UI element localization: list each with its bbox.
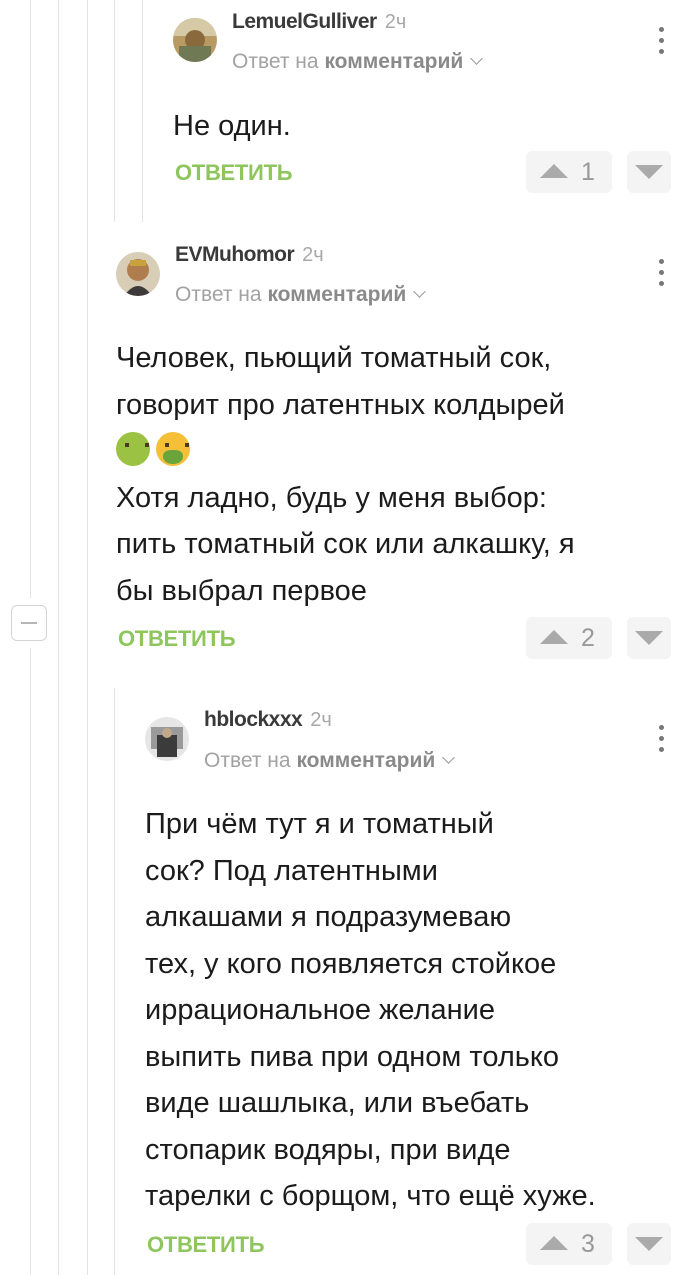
thread-line: [114, 0, 115, 222]
upvote-button[interactable]: 1: [526, 151, 612, 193]
face-vomiting-emoji: [156, 432, 190, 466]
kebab-menu-icon[interactable]: [654, 256, 670, 290]
avatar[interactable]: [173, 18, 217, 62]
thread-line: [142, 0, 143, 222]
reply-button[interactable]: ОТВЕТИТЬ: [175, 160, 293, 186]
kebab-menu-icon[interactable]: [654, 722, 670, 756]
comment-text: При чём тут я и томатный сок? Под латент…: [145, 808, 596, 1212]
avatar[interactable]: [145, 717, 189, 761]
reply-button[interactable]: ОТВЕТИТЬ: [147, 1232, 265, 1258]
time-ago: 2ч: [310, 709, 332, 731]
reply-to-link[interactable]: Ответ на комментарий: [204, 749, 456, 773]
comment-text: Не один.: [173, 110, 291, 142]
upvote-icon: [540, 164, 568, 178]
kebab-menu-icon[interactable]: [654, 24, 670, 58]
reply-to-link[interactable]: Ответ на комментарий: [232, 50, 484, 74]
downvote-button[interactable]: [627, 151, 671, 193]
chevron-down-icon[interactable]: [413, 285, 427, 298]
avatar[interactable]: [116, 252, 160, 296]
time-ago: 2ч: [384, 11, 407, 33]
rating-count: 1: [581, 158, 595, 186]
thread-line: [87, 0, 88, 1275]
username[interactable]: hblockxxx 2ч: [204, 708, 332, 732]
rating-count: 3: [581, 1230, 595, 1258]
thread-line: [58, 0, 59, 1275]
rating-count: 2: [581, 624, 595, 652]
downvote-icon: [635, 631, 663, 645]
upvote-icon: [540, 1236, 568, 1250]
comment-text: Человек, пьющий томатный сок, говорит пр…: [116, 342, 575, 607]
downvote-button[interactable]: [627, 1223, 671, 1265]
reply-button[interactable]: ОТВЕТИТЬ: [118, 626, 236, 652]
thread-line: [114, 688, 115, 1275]
upvote-button[interactable]: 3: [526, 1223, 612, 1265]
username[interactable]: EVMuhomor 2ч: [175, 243, 324, 267]
chevron-down-icon[interactable]: [470, 52, 484, 65]
time-ago: 2ч: [302, 244, 324, 266]
nauseated-face-emoji: [116, 432, 150, 466]
upvote-button[interactable]: 2: [526, 617, 612, 659]
downvote-icon: [635, 1237, 663, 1251]
reply-to-link[interactable]: Ответ на комментарий: [175, 283, 427, 307]
chevron-down-icon[interactable]: [442, 751, 456, 764]
username[interactable]: LemuelGulliver 2ч: [232, 10, 406, 34]
downvote-icon: [635, 165, 663, 179]
collapse-thread-icon[interactable]: [11, 605, 47, 641]
upvote-icon: [540, 630, 568, 644]
downvote-button[interactable]: [627, 617, 671, 659]
